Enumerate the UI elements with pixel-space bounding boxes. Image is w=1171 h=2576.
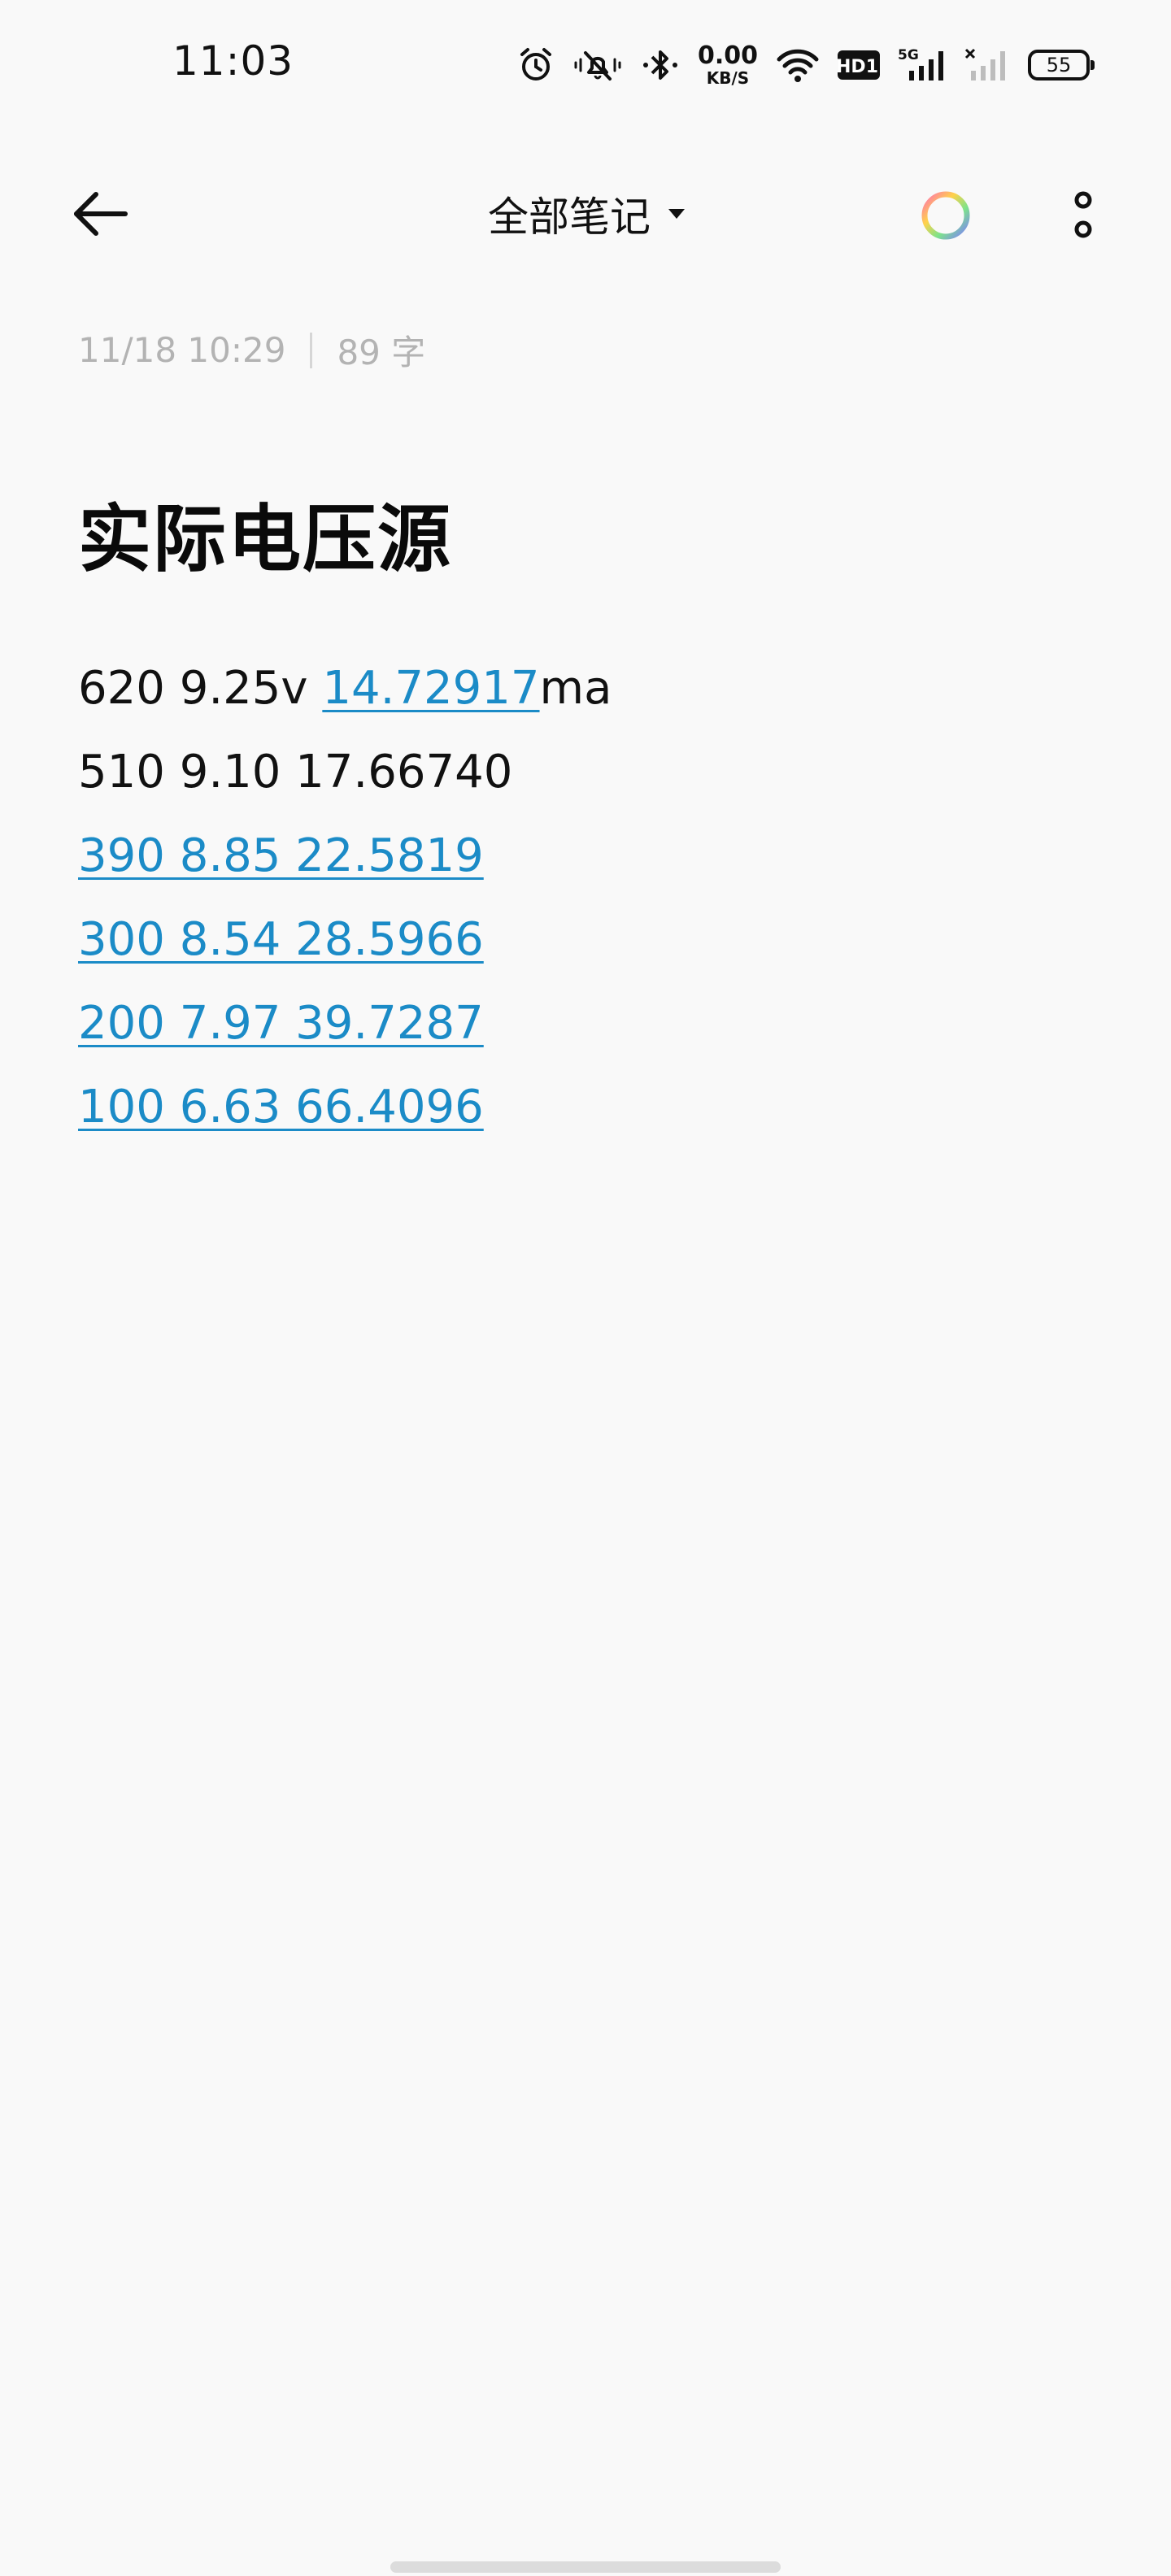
color-ring-icon xyxy=(921,191,970,240)
note-line: 300 8.54 28.5966 xyxy=(78,898,612,981)
note-body[interactable]: 620 9.25v 14.72917ma 510 9.10 17.66740 3… xyxy=(78,646,612,1149)
home-indicator[interactable] xyxy=(390,2561,781,2573)
meta-divider xyxy=(310,332,313,368)
notes-folder-selector[interactable]: 全部笔记 xyxy=(488,185,688,242)
note-line: 100 6.63 66.4096 xyxy=(78,1065,612,1149)
note-text: 620 9.25v xyxy=(78,662,323,715)
dropdown-caret-icon xyxy=(668,209,685,219)
hd-badge-text: HD1 xyxy=(838,57,878,77)
toolbar: 全部笔记 xyxy=(0,163,1171,268)
toolbar-title: 全部笔记 xyxy=(488,194,651,241)
net-speed: 0.00 KB/S xyxy=(697,41,758,88)
note-line: 620 9.25v 14.72917ma xyxy=(78,646,612,730)
note-link[interactable]: 300 8.54 28.5966 xyxy=(78,913,484,966)
note-title[interactable]: 实际电压源 xyxy=(78,480,452,585)
alarm-icon xyxy=(517,46,555,84)
hd-badge-icon: HD1 xyxy=(838,49,880,81)
note-link[interactable]: 100 6.63 66.4096 xyxy=(78,1081,484,1134)
more-vertical-icon xyxy=(1074,191,1092,238)
note-line: 510 9.10 17.66740 xyxy=(78,730,612,814)
status-bar: 11:03 0.00 KB/S HD1 5G 55 xyxy=(0,0,1171,130)
mute-icon xyxy=(572,46,623,84)
more-options-button[interactable] xyxy=(1057,187,1109,244)
note-text: ma xyxy=(539,662,612,715)
color-theme-button[interactable] xyxy=(917,187,974,244)
status-time: 11:03 xyxy=(172,37,294,85)
signal-5g-label: 5G xyxy=(898,47,919,63)
note-word-count: 89 字 xyxy=(337,333,426,372)
note-date: 11/18 10:29 xyxy=(78,330,286,370)
status-icons: 0.00 KB/S HD1 5G 55 xyxy=(517,39,1095,91)
bluetooth-icon xyxy=(641,46,680,84)
note-line: 200 7.97 39.7287 xyxy=(78,981,612,1065)
net-speed-unit: KB/S xyxy=(706,68,750,88)
battery-level: 55 xyxy=(1046,54,1072,76)
signal-no-sim-icon xyxy=(964,46,1010,84)
note-link[interactable]: 14.72917 xyxy=(322,662,539,715)
note-text: 510 9.10 17.66740 xyxy=(78,746,513,798)
signal-5g-icon: 5G xyxy=(898,46,947,84)
note-link[interactable]: 200 7.97 39.7287 xyxy=(78,997,484,1050)
back-button[interactable] xyxy=(67,185,135,242)
note-link[interactable]: 390 8.85 22.5819 xyxy=(78,829,484,882)
note-line: 390 8.85 22.5819 xyxy=(78,814,612,898)
battery-icon: 55 xyxy=(1028,50,1095,80)
back-arrow-icon xyxy=(74,192,128,236)
note-meta: 11/18 10:29 89 字 xyxy=(78,325,425,375)
net-speed-value: 0.00 xyxy=(697,41,758,70)
wifi-icon xyxy=(776,46,820,84)
